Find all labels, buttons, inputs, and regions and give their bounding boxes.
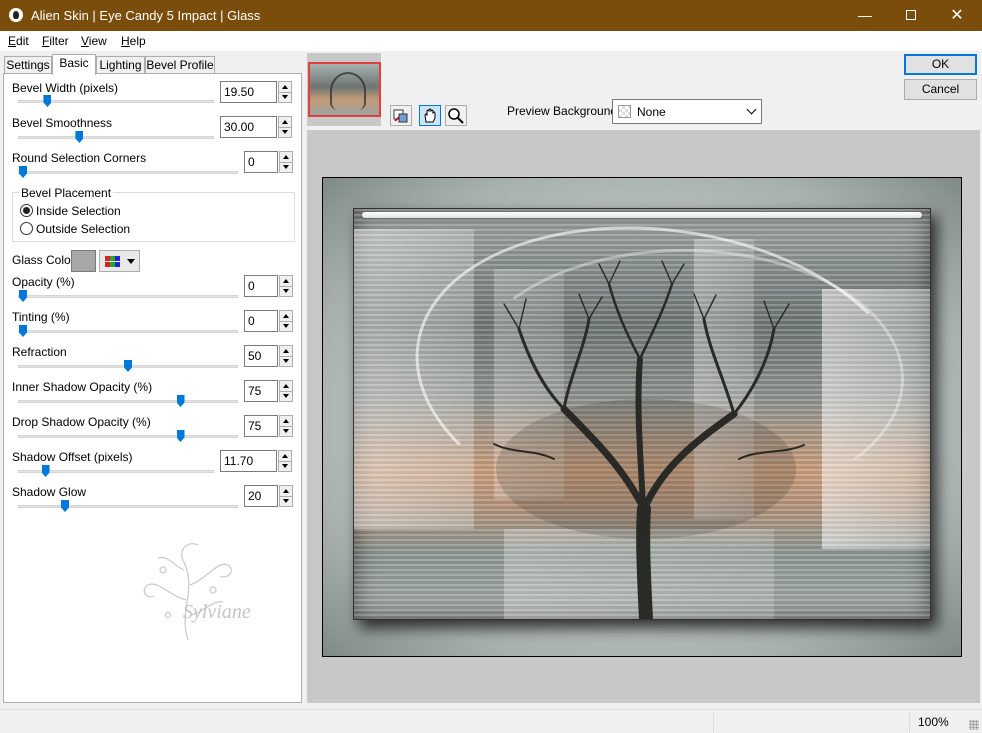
color-grid-icon [105, 256, 120, 267]
drop-shadow-opacity-field[interactable]: 75 [244, 415, 278, 437]
opacity-stepper[interactable] [279, 275, 293, 297]
menu-edit[interactable]: Edit [8, 34, 29, 48]
menu-help[interactable]: Help [121, 34, 146, 48]
preview-background-select[interactable]: None [612, 99, 762, 124]
preview-image[interactable] [322, 177, 962, 657]
opacity-label: Opacity (%) [12, 275, 75, 289]
glass-color-swatch[interactable] [71, 250, 96, 272]
inside-selection-radio[interactable] [20, 204, 33, 217]
refraction-stepper[interactable] [279, 345, 293, 367]
menu-filter[interactable]: Filter [42, 34, 69, 48]
tinting-slider[interactable] [18, 330, 238, 333]
shadow-glow-stepper[interactable] [279, 485, 293, 507]
preview-background-value: None [637, 105, 666, 119]
shadow-offset-field[interactable]: 11.70 [220, 450, 277, 472]
opacity-field[interactable]: 0 [244, 275, 278, 297]
zoom-tool-button[interactable] [445, 105, 467, 126]
bevel-smoothness-label: Bevel Smoothness [12, 116, 113, 130]
transparency-icon [618, 105, 631, 118]
maximize-button[interactable] [888, 0, 934, 31]
status-bar: 100% [0, 709, 982, 733]
shadow-glow-label: Shadow Glow [12, 485, 87, 499]
shadow-glow-slider[interactable] [18, 505, 238, 508]
opacity-slider[interactable] [18, 295, 238, 298]
shadow-offset-label: Shadow Offset (pixels) [12, 450, 133, 464]
inner-shadow-opacity-field[interactable]: 75 [244, 380, 278, 402]
bevel-width-field[interactable]: 19.50 [220, 81, 277, 103]
minimize-button[interactable]: — [842, 0, 888, 31]
round-corners-stepper[interactable] [279, 151, 293, 173]
inside-selection-label[interactable]: Inside Selection [36, 204, 121, 218]
sylviane-watermark: Sylviane [128, 530, 278, 650]
close-button[interactable]: ✕ [934, 0, 980, 31]
navigator-thumbnail[interactable] [308, 62, 381, 117]
round-corners-field[interactable]: 0 [244, 151, 278, 173]
menu-view[interactable]: View [81, 34, 107, 48]
bevel-width-label: Bevel Width (pixels) [12, 81, 119, 95]
preview-background-label: Preview Background: [507, 104, 621, 118]
tinting-label: Tinting (%) [12, 310, 70, 324]
bevel-highlight [362, 212, 922, 218]
tab-basic[interactable]: Basic [52, 54, 96, 75]
tinting-field[interactable]: 0 [244, 310, 278, 332]
bevel-placement-label: Bevel Placement [19, 186, 114, 200]
inner-shadow-opacity-stepper[interactable] [279, 380, 293, 402]
tinting-stepper[interactable] [279, 310, 293, 332]
zoom-icon [448, 108, 464, 124]
color-picker-button[interactable] [99, 250, 140, 272]
ok-button[interactable]: OK [904, 54, 977, 75]
chevron-down-icon [127, 259, 135, 264]
round-corners-label: Round Selection Corners [12, 151, 147, 165]
inner-shadow-opacity-label: Inner Shadow Opacity (%) [12, 380, 153, 394]
compare-button[interactable] [390, 105, 412, 126]
zoom-level: 100% [918, 715, 949, 729]
window-title: Alien Skin | Eye Candy 5 Impact | Glass [31, 8, 261, 23]
bevel-smoothness-stepper[interactable] [278, 116, 292, 138]
tree-silhouette [493, 260, 805, 619]
alien-skin-icon[interactable] [9, 8, 23, 22]
watermark-text: Sylviane [183, 601, 251, 623]
maximize-icon [906, 10, 916, 20]
glass-color-label: Glass Color [12, 253, 75, 267]
bevel-width-stepper[interactable] [278, 81, 292, 103]
refraction-label: Refraction [12, 345, 67, 359]
bevel-smoothness-slider[interactable] [18, 136, 214, 139]
shadow-glow-field[interactable]: 20 [244, 485, 278, 507]
menu-bar: Edit Filter View Help [0, 31, 982, 51]
title-bar: Alien Skin | Eye Candy 5 Impact | Glass … [0, 0, 982, 31]
drop-shadow-opacity-slider[interactable] [18, 435, 238, 438]
refraction-field[interactable]: 50 [244, 345, 278, 367]
chevron-down-icon [746, 104, 757, 115]
resize-grip[interactable] [969, 720, 979, 730]
round-corners-slider[interactable] [18, 171, 238, 174]
shadow-offset-stepper[interactable] [278, 450, 292, 472]
outside-selection-radio[interactable] [20, 222, 33, 235]
bevel-smoothness-field[interactable]: 30.00 [220, 116, 277, 138]
hand-pan-icon [424, 108, 436, 123]
glass-effect-image [353, 208, 931, 620]
compare-icon [393, 109, 408, 123]
cancel-button[interactable]: Cancel [904, 79, 977, 100]
drop-shadow-opacity-label: Drop Shadow Opacity (%) [12, 415, 151, 429]
outside-selection-label[interactable]: Outside Selection [36, 222, 130, 236]
drop-shadow-opacity-stepper[interactable] [279, 415, 293, 437]
hand-tool-button[interactable] [419, 105, 441, 126]
inner-shadow-opacity-slider[interactable] [18, 400, 238, 403]
